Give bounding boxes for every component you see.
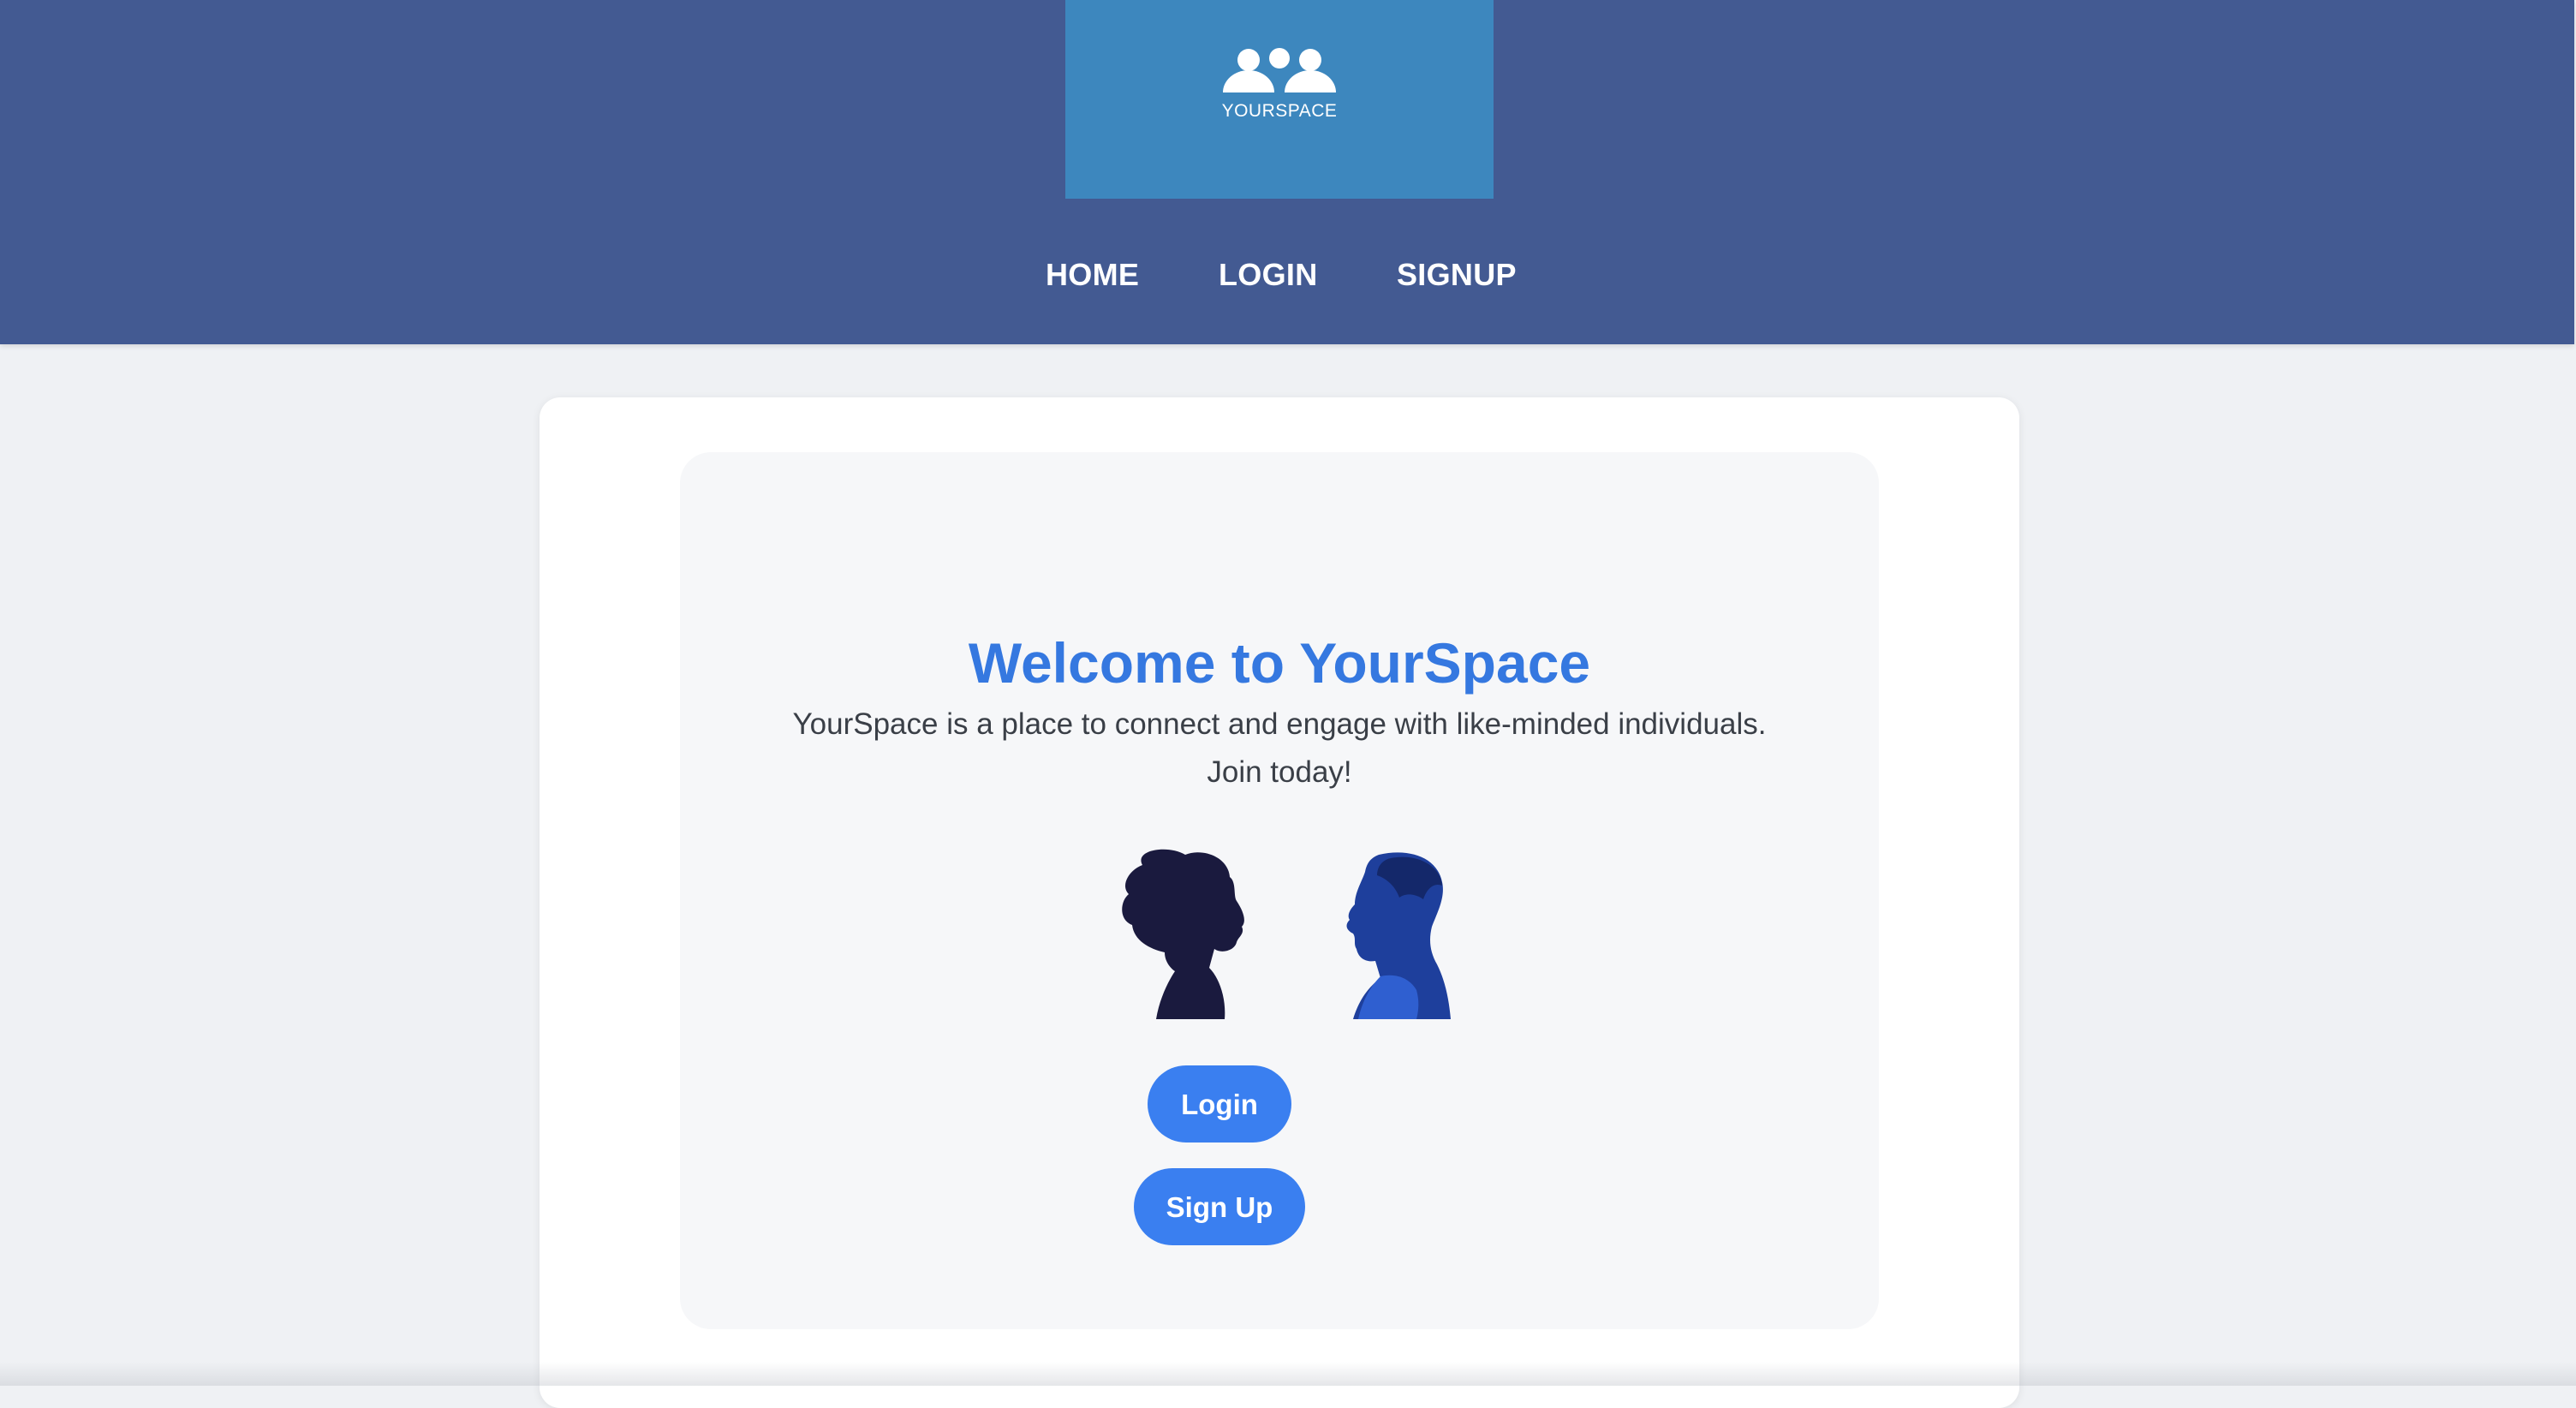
hero-panel: Welcome to YourSpace YourSpace is a plac… xyxy=(680,452,1879,1329)
nav-home-link[interactable]: HOME xyxy=(1046,254,1139,296)
users-group-icon xyxy=(1223,48,1336,92)
nav-login-link[interactable]: LOGIN xyxy=(1219,254,1318,296)
content-card: Welcome to YourSpace YourSpace is a plac… xyxy=(540,397,2019,1408)
man-silhouette-icon xyxy=(1346,852,1451,1019)
main-nav: HOME LOGIN SIGNUP xyxy=(0,254,2574,296)
woman-silhouette-icon xyxy=(1122,849,1244,1019)
login-button[interactable]: Login xyxy=(1148,1065,1291,1143)
site-header: YOURSPACE HOME LOGIN SIGNUP xyxy=(0,0,2574,344)
profile-silhouettes-illustration xyxy=(1122,849,1451,1019)
nav-signup-link[interactable]: SIGNUP xyxy=(1397,254,1517,296)
hero-description: YourSpace is a place to connect and enga… xyxy=(680,701,1879,796)
page-title: Welcome to YourSpace xyxy=(968,631,1591,695)
logo-text: YOURSPACE xyxy=(1221,101,1338,121)
logo[interactable]: YOURSPACE xyxy=(1065,0,1494,199)
hero-description-line-1: YourSpace is a place to connect and enga… xyxy=(792,707,1767,741)
signup-button[interactable]: Sign Up xyxy=(1134,1168,1305,1245)
hero-description-line-2: Join today! xyxy=(1207,755,1352,789)
